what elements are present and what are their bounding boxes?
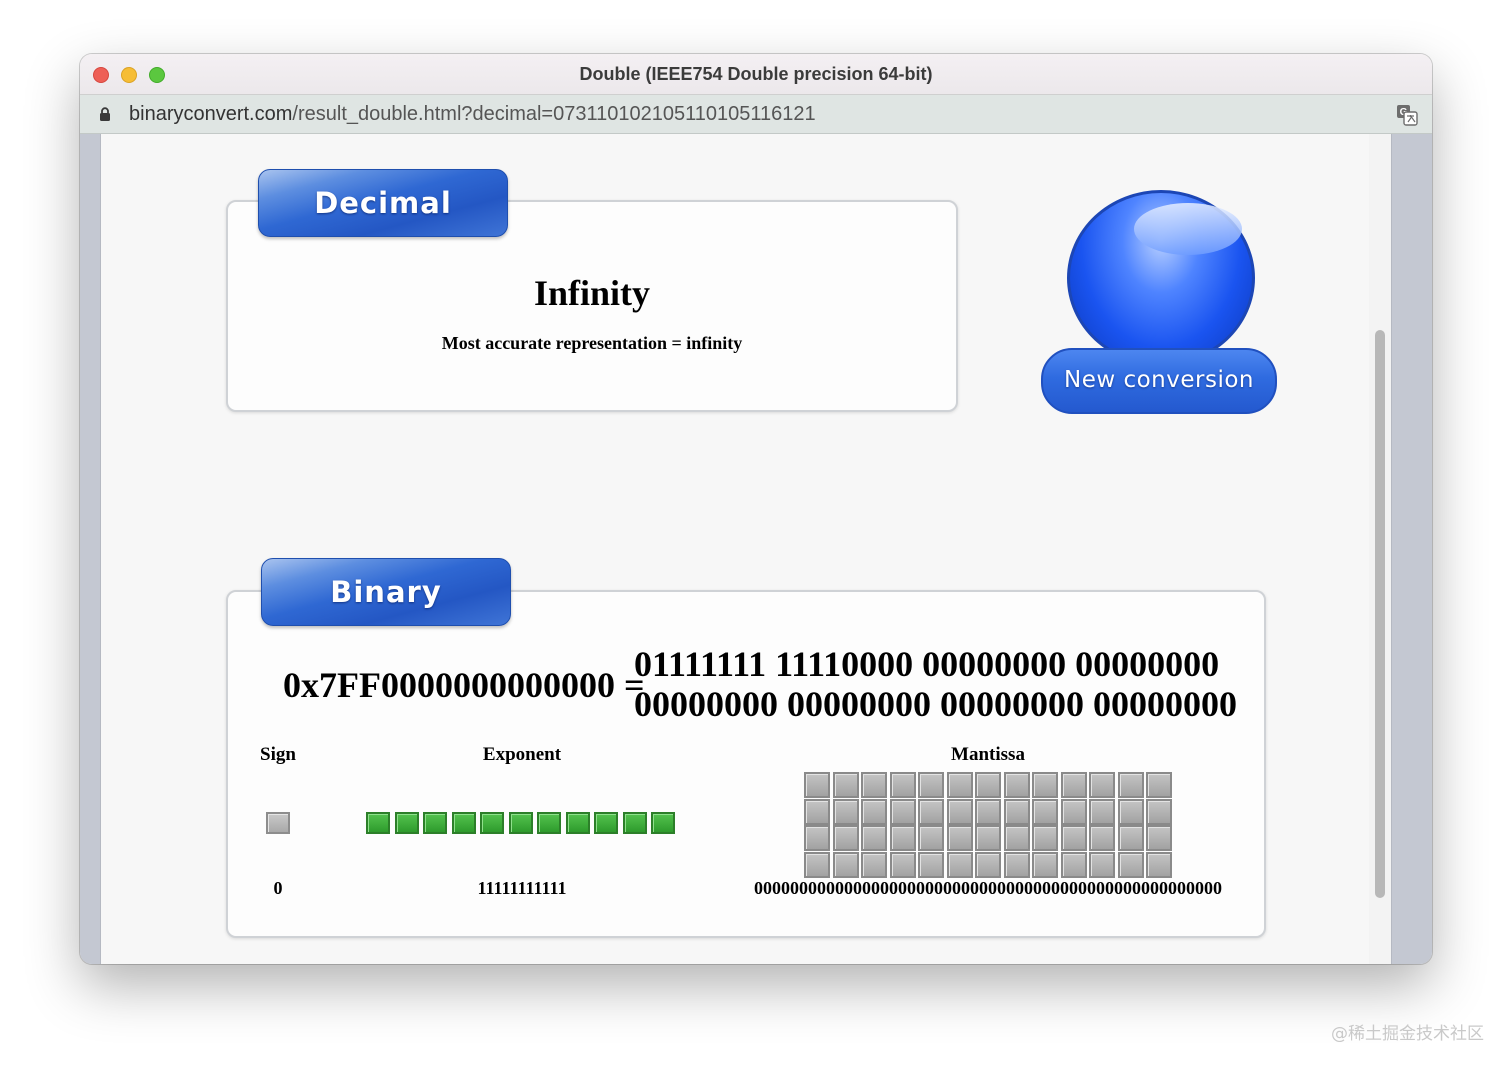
exponent-bit-square <box>537 812 561 834</box>
exponent-bit-square <box>394 812 419 834</box>
mantissa-bit-square <box>1032 798 1058 825</box>
blue-ball-icon <box>1067 190 1255 366</box>
mantissa-bit-square <box>1003 851 1030 878</box>
new-conversion-label: New conversion <box>1041 348 1277 414</box>
mantissa-bit-square <box>1089 825 1115 851</box>
mantissa-bit-square <box>1060 851 1087 878</box>
mantissa-bit-square <box>832 798 859 825</box>
new-conversion-button[interactable]: New conversion <box>1041 190 1277 414</box>
mantissa-bit-square <box>1146 851 1172 878</box>
mantissa-bit-square <box>1032 825 1058 851</box>
exponent-bit-square <box>508 812 533 834</box>
mantissa-bit-square <box>975 851 1001 878</box>
url-path: /result_double.html?decimal=073110102105… <box>292 103 816 125</box>
mantissa-bit-square <box>889 798 916 825</box>
mantissa-bit-square <box>1089 798 1115 825</box>
mantissa-bit-square <box>1117 825 1144 851</box>
address-bar[interactable]: binaryconvert.com/result_double.html?dec… <box>80 95 1432 134</box>
mantissa-label: Mantissa <box>951 744 1025 765</box>
mantissa-bit-square <box>946 798 973 825</box>
sign-label: Sign <box>260 744 296 765</box>
title-bar: Double (IEEE754 Double precision 64-bit) <box>80 54 1432 95</box>
mantissa-bit-square <box>804 825 830 851</box>
exponent-bit-square <box>451 812 476 834</box>
watermark: @稀土掘金技术社区 <box>1331 1024 1484 1044</box>
web-page: Infinity Most accurate representation = … <box>100 134 1392 964</box>
exponent-label: Exponent <box>482 744 562 765</box>
mantissa-bit-square <box>1089 851 1115 878</box>
vertical-scrollbar[interactable] <box>1369 134 1391 964</box>
decimal-value: Infinity <box>533 273 651 313</box>
mantissa-bit-square <box>1032 772 1058 798</box>
mantissa-bit-square <box>918 798 944 825</box>
binary-bits-line-2: 00000000 00000000 00000000 00000000 <box>634 684 1237 724</box>
exponent-bit-square <box>480 812 504 834</box>
mantissa-bit-square <box>889 772 916 798</box>
mantissa-bit-square <box>832 851 859 878</box>
mantissa-bit-square <box>918 851 944 878</box>
decimal-note: Most accurate representation = infinity <box>441 333 743 353</box>
sign-bit-square <box>266 812 290 834</box>
browser-window: Double (IEEE754 Double precision 64-bit)… <box>80 54 1432 964</box>
binary-panel: 0x7FF0000000000000 = 01111111 11110000 0… <box>226 590 1266 938</box>
sign-value: 0 <box>273 878 283 898</box>
browser-content: Infinity Most accurate representation = … <box>80 134 1432 964</box>
mantissa-bit-square <box>975 798 1001 825</box>
window-title: Double (IEEE754 Double precision 64-bit) <box>579 64 933 84</box>
mantissa-bit-square <box>1060 798 1087 825</box>
mantissa-bit-square <box>1003 825 1030 851</box>
mantissa-bit-square <box>946 851 973 878</box>
lock-icon <box>100 107 110 121</box>
mantissa-bit-square <box>1117 798 1144 825</box>
mantissa-bit-square <box>889 825 916 851</box>
ball-shine <box>1134 203 1242 255</box>
mantissa-bit-square <box>861 851 887 878</box>
exponent-bit-square <box>565 812 590 834</box>
mantissa-bit-square <box>889 851 916 878</box>
mantissa-bit-square <box>1089 772 1115 798</box>
mantissa-bit-square <box>832 825 859 851</box>
binary-bits-line-1: 01111111 11110000 00000000 00000000 <box>634 644 1220 684</box>
hex-value: 0x7FF0000000000000 = <box>283 665 645 705</box>
mantissa-bit-square <box>1060 825 1087 851</box>
mantissa-bit-square <box>804 851 830 878</box>
mantissa-bit-square <box>975 772 1001 798</box>
mantissa-bit-square <box>918 825 944 851</box>
mantissa-bit-square <box>832 772 859 798</box>
exponent-value: 11111111111 <box>477 878 567 898</box>
binary-bits: 01111111 11110000 00000000 00000000 0000… <box>634 644 1237 724</box>
url-host: binaryconvert.com <box>129 103 293 125</box>
exponent-bit-square <box>594 812 618 834</box>
url-text[interactable]: binaryconvert.com/result_double.html?dec… <box>129 95 816 133</box>
translate-icon[interactable]: G <box>1396 104 1418 126</box>
mantissa-bit-square <box>804 798 830 825</box>
exponent-bit-square <box>622 812 647 834</box>
mantissa-value: 0000000000000000000000000000000000000000… <box>754 878 1222 898</box>
mantissa-bit-square <box>975 825 1001 851</box>
mantissa-bit-square <box>1117 851 1144 878</box>
mantissa-bit-square <box>1003 798 1030 825</box>
scrollbar-thumb[interactable] <box>1375 330 1385 898</box>
mantissa-bit-square <box>804 772 830 798</box>
mantissa-bit-square <box>1032 851 1058 878</box>
mantissa-bit-square <box>1146 772 1172 798</box>
mantissa-bit-square <box>861 825 887 851</box>
mantissa-bit-square <box>1146 798 1172 825</box>
exponent-bit-square <box>651 812 675 834</box>
mantissa-bit-square <box>1146 825 1172 851</box>
mantissa-bit-square <box>1060 772 1087 798</box>
mantissa-bit-square <box>946 825 973 851</box>
mantissa-bit-square <box>861 772 887 798</box>
mantissa-bit-square <box>861 798 887 825</box>
exponent-bit-square <box>423 812 447 834</box>
mantissa-bit-square <box>918 772 944 798</box>
mantissa-bit-square <box>946 772 973 798</box>
decimal-tab: Decimal <box>258 169 508 237</box>
binary-tab: Binary <box>261 558 511 626</box>
mantissa-bit-square <box>1003 772 1030 798</box>
mantissa-bit-square <box>1117 772 1144 798</box>
exponent-bit-square <box>366 812 390 834</box>
